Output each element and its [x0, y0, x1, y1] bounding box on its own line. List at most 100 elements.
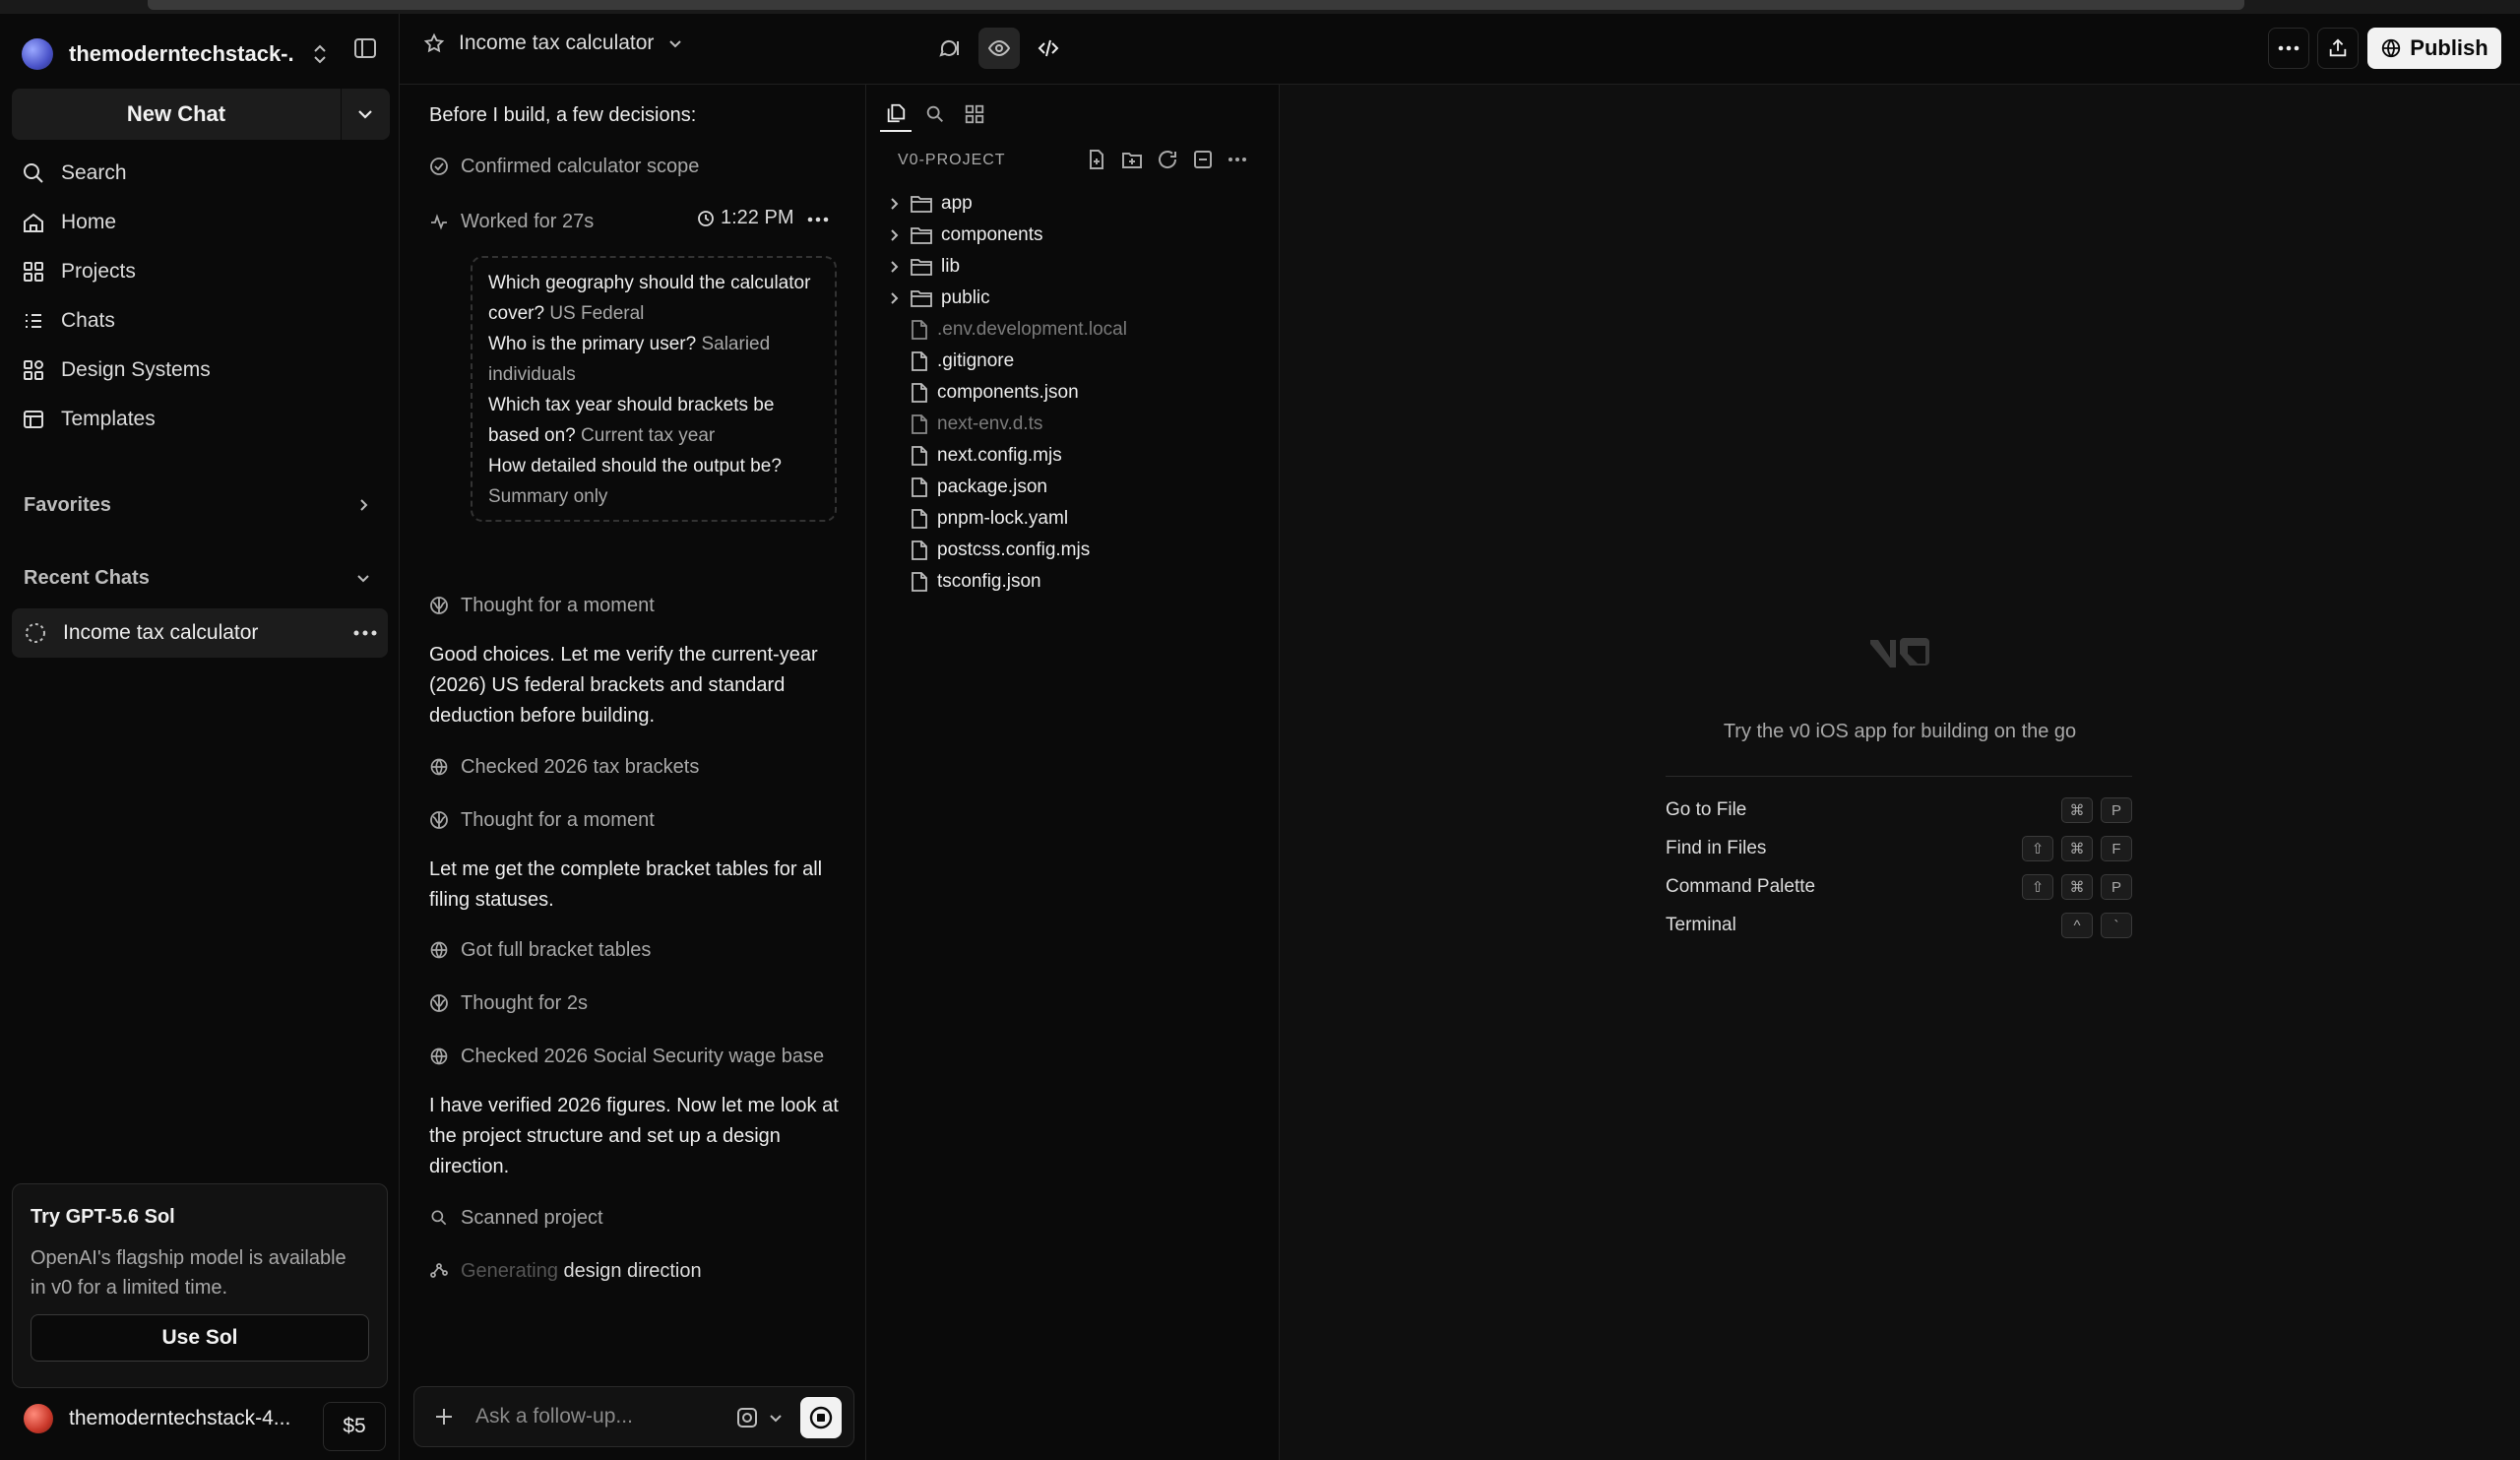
file-item[interactable]: pnpm-lock.yaml: [910, 504, 1068, 534]
more-options-icon[interactable]: [2268, 28, 2309, 69]
chevron-right-icon[interactable]: [354, 496, 372, 514]
recent-chat-item[interactable]: Income tax calculator: [12, 608, 388, 658]
chevron-down-icon[interactable]: [354, 569, 372, 587]
sidebar-toggle-icon[interactable]: [352, 35, 378, 61]
folder-item[interactable]: components: [886, 221, 1043, 250]
sidebar-item-label: Templates: [61, 408, 156, 430]
sidebar-item-chats[interactable]: Chats: [22, 301, 115, 341]
chat-step[interactable]: Thought for a moment: [429, 591, 655, 620]
more-options-icon[interactable]: [352, 629, 378, 637]
chat-step[interactable]: Thought for a moment: [429, 805, 655, 835]
components-tab-icon[interactable]: [959, 96, 990, 132]
star-icon[interactable]: [423, 32, 445, 54]
step-label: Got full bracket tables: [461, 938, 652, 961]
loading-spinner-icon: [24, 621, 47, 645]
file-item[interactable]: postcss.config.mjs: [910, 536, 1090, 565]
folder-name: lib: [941, 256, 961, 277]
more-options-icon[interactable]: [1227, 148, 1248, 171]
browser-tab-bar: [148, 0, 2244, 10]
folder-item[interactable]: app: [886, 189, 973, 219]
workspace-switcher[interactable]: themoderntechstack-...: [22, 33, 329, 75]
follow-up-composer: Ask a follow-up...: [413, 1386, 854, 1447]
user-menu[interactable]: themoderntechstack-4...: [24, 1404, 315, 1433]
file-item[interactable]: tsconfig.json: [910, 567, 1041, 597]
shortcut-label: Go to File: [1666, 799, 1747, 820]
chevron-right-icon: [886, 290, 902, 306]
chat-step[interactable]: Confirmed calculator scope: [429, 152, 699, 181]
file-icon: [910, 382, 929, 404]
divider: [1666, 776, 2132, 777]
folder-item[interactable]: lib: [886, 252, 960, 282]
refresh-icon[interactable]: [1156, 148, 1179, 171]
chat-step[interactable]: Scanned project: [429, 1203, 603, 1233]
folder-item[interactable]: public: [886, 284, 990, 313]
chat-step[interactable]: Checked 2026 Social Security wage base: [429, 1042, 824, 1071]
plus-icon[interactable]: [432, 1405, 456, 1428]
file-item[interactable]: package.json: [910, 473, 1047, 502]
browser-top-strip: [0, 0, 2520, 14]
sidebar-item-home[interactable]: Home: [22, 203, 116, 242]
file-name: package.json: [937, 476, 1047, 497]
sidebar-item-design-systems[interactable]: Design Systems: [22, 350, 211, 390]
code-icon[interactable]: [1028, 28, 1069, 69]
network-icon: [429, 1261, 449, 1281]
chat-title-dropdown[interactable]: Income tax calculator: [423, 32, 683, 55]
preview-eye-icon[interactable]: [978, 28, 1020, 69]
follow-up-input[interactable]: Ask a follow-up...: [475, 1405, 633, 1428]
recent-chats-header[interactable]: Recent Chats: [24, 567, 150, 590]
sidebar-item-projects[interactable]: Projects: [22, 252, 136, 291]
chevron-down-icon[interactable]: [342, 104, 389, 124]
new-chat-button[interactable]: New Chat: [12, 89, 390, 140]
shortcut-label: Find in Files: [1666, 838, 1767, 858]
more-options-icon[interactable]: [807, 217, 829, 222]
file-name: .gitignore: [937, 350, 1015, 371]
decision-item: Which geography should the calculator co…: [488, 273, 811, 324]
project-name: V0-PROJECT: [898, 152, 1006, 168]
shortcut-row: Command Palette ⇧ ⌘ P: [1666, 872, 2132, 902]
chevron-down-icon[interactable]: [769, 1411, 783, 1425]
sidebar-item-search[interactable]: Search: [22, 154, 127, 193]
chat-bubble-icon[interactable]: [929, 28, 971, 69]
file-item[interactable]: .gitignore: [910, 347, 1014, 376]
new-file-icon[interactable]: [1085, 148, 1108, 171]
chat-step[interactable]: Generating design direction: [429, 1256, 702, 1286]
use-sol-button[interactable]: Use Sol: [31, 1314, 369, 1362]
chevron-updown-icon: [311, 43, 329, 65]
timestamp-value: 1:22 PM: [721, 207, 794, 228]
stop-button[interactable]: [800, 1397, 842, 1438]
chat-step[interactable]: Thought for 2s: [429, 988, 588, 1018]
key-cap: `: [2101, 913, 2132, 938]
promo-title: Try GPT-5.6 Sol: [31, 1206, 175, 1228]
step-label: Thought for a moment: [461, 594, 655, 616]
sidebar-item-templates[interactable]: Templates: [22, 400, 156, 439]
ios-app-tip: Try the v0 iOS app for building on the g…: [1723, 721, 2077, 742]
templates-icon: [22, 408, 45, 431]
files-tab-icon[interactable]: [880, 96, 912, 132]
publish-button[interactable]: Publish: [2367, 28, 2501, 69]
share-icon[interactable]: [2317, 28, 2359, 69]
recent-chat-title: Income tax calculator: [63, 621, 259, 644]
step-label: Scanned project: [461, 1206, 603, 1229]
folder-icon: [910, 225, 933, 245]
file-item[interactable]: components.json: [910, 378, 1079, 408]
components-icon: [22, 358, 45, 382]
promo-description: OpenAI's flagship model is available in …: [31, 1247, 346, 1299]
shortcut-row: Find in Files ⇧ ⌘ F: [1666, 834, 2132, 863]
promo-card: Try GPT-5.6 Sol OpenAI's flagship model …: [12, 1183, 388, 1388]
model-selector-icon[interactable]: [735, 1406, 759, 1429]
file-item[interactable]: next.config.mjs: [910, 441, 1062, 471]
collapse-all-icon[interactable]: [1191, 148, 1215, 171]
new-folder-icon[interactable]: [1120, 148, 1144, 171]
chevron-right-icon: [886, 259, 902, 275]
file-name: .env.development.local: [937, 319, 1127, 340]
search-tab-icon[interactable]: [919, 96, 951, 132]
globe-icon: [429, 1047, 449, 1066]
chat-step[interactable]: Worked for 27s: [429, 207, 594, 236]
chat-step[interactable]: Got full bracket tables: [429, 935, 651, 965]
file-item[interactable]: next-env.d.ts: [910, 410, 1042, 439]
favorites-header[interactable]: Favorites: [24, 494, 111, 517]
folder-icon: [910, 194, 933, 214]
file-item[interactable]: .env.development.local: [910, 315, 1127, 345]
credits-button[interactable]: $5: [323, 1402, 386, 1451]
chat-step[interactable]: Checked 2026 tax brackets: [429, 752, 699, 782]
